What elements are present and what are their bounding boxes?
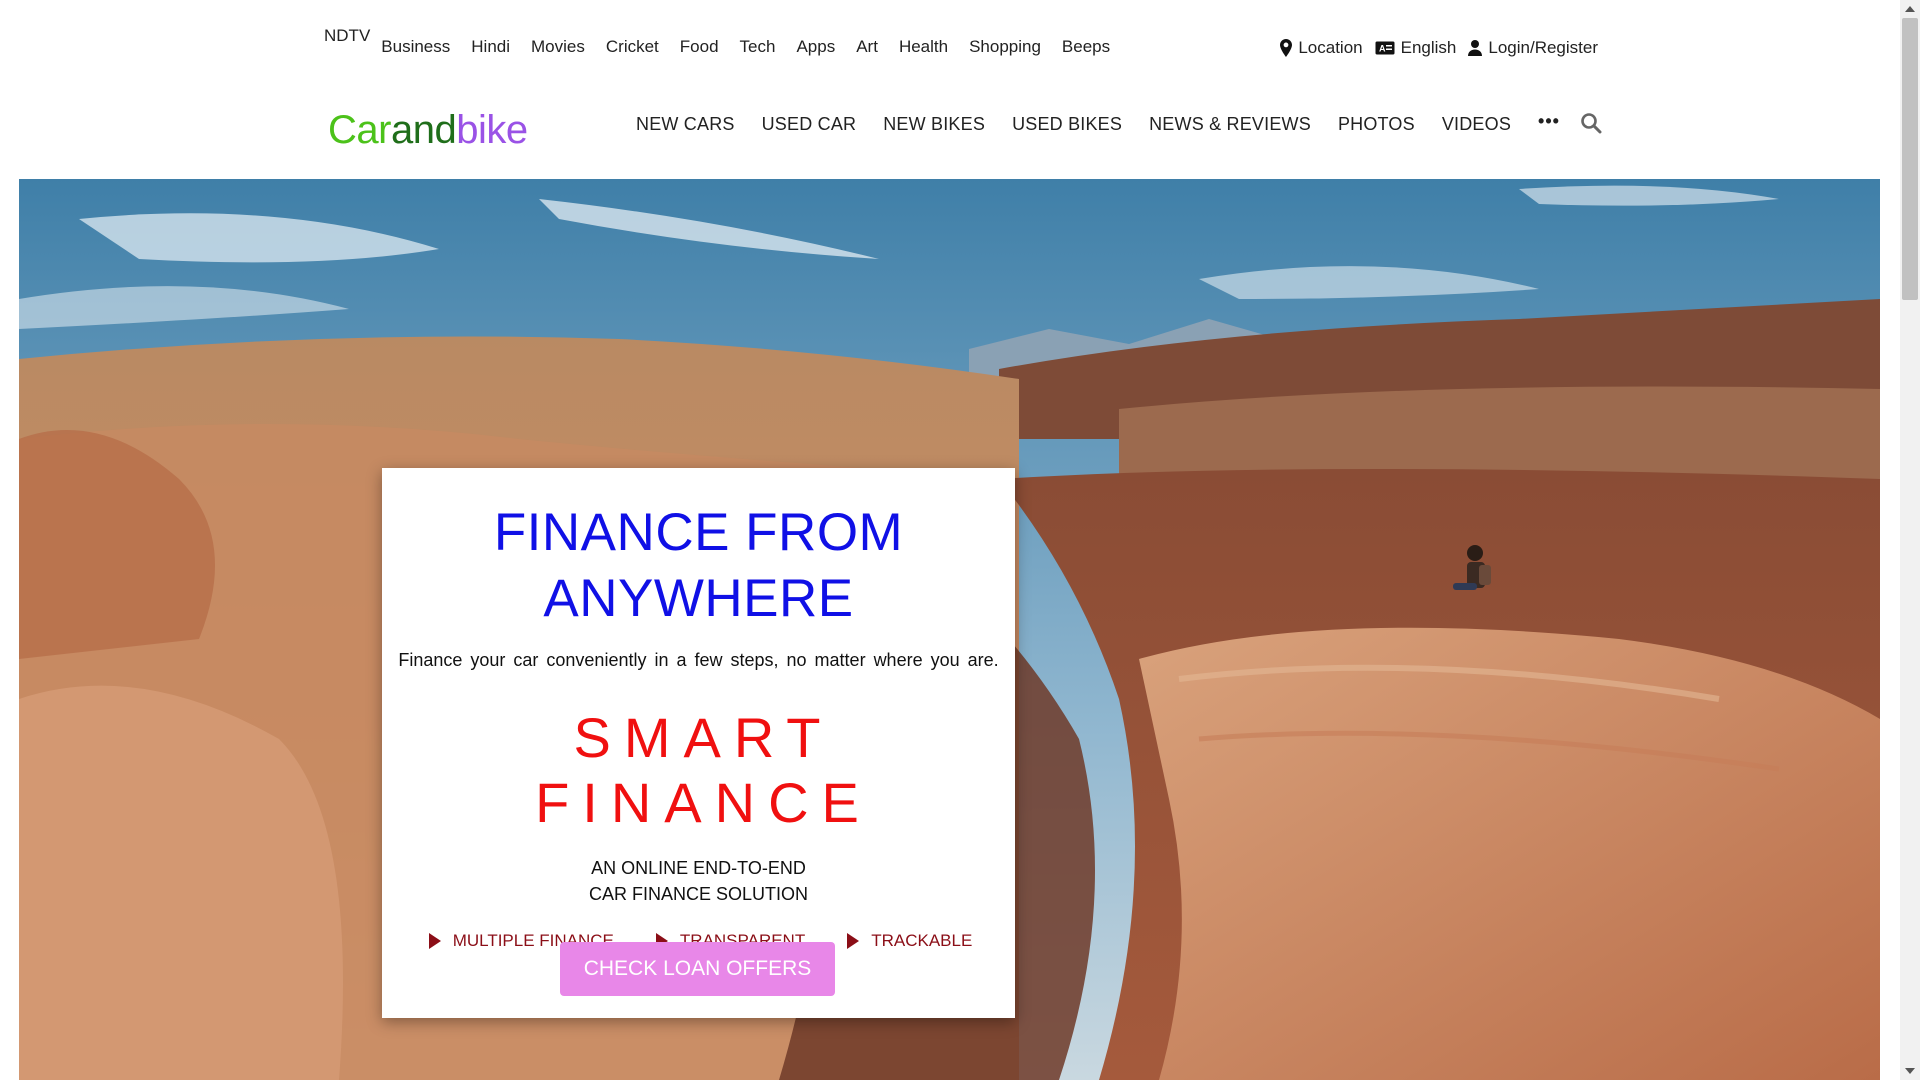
smart-finance-brand: SMART FINANCE [535, 706, 872, 834]
login-register-button[interactable]: Login/Register [1468, 38, 1598, 58]
location-button[interactable]: Location [1280, 38, 1363, 58]
topbar-link-cricket[interactable]: Cricket [606, 37, 659, 57]
nav-photos[interactable]: PHOTOS [1338, 114, 1415, 135]
topbar-link-movies[interactable]: Movies [531, 37, 585, 57]
topbar-link-hindi[interactable]: Hindi [471, 37, 510, 57]
solution-line-1: AN ONLINE END-TO-END [591, 858, 806, 878]
topbar-link-beeps[interactable]: Beeps [1062, 37, 1110, 57]
svg-text:A: A [1379, 44, 1386, 54]
topbar-link-health[interactable]: Health [899, 37, 948, 57]
search-button[interactable] [1580, 112, 1604, 136]
nav-news-reviews[interactable]: NEWS & REVIEWS [1149, 114, 1311, 135]
feature-label: TRACKABLE [871, 931, 973, 950]
topbar-link-apps[interactable]: Apps [796, 37, 835, 57]
headline-line-2: ANYWHERE [543, 569, 854, 628]
search-icon [1581, 113, 1602, 134]
carandbike-logo[interactable]: Carandbike [328, 108, 528, 153]
scroll-down-arrow-icon[interactable] [1905, 1068, 1915, 1074]
card-subtitle: Finance your car conveniently in a few s… [398, 650, 999, 670]
nav-videos[interactable]: VIDEOS [1442, 114, 1511, 135]
feature-trackable: TRACKABLE [847, 931, 972, 951]
page-scrollbar[interactable] [1900, 0, 1920, 1080]
check-loan-offers-button[interactable]: CHECK LOAN OFFERS [560, 942, 835, 996]
topbar-link-food[interactable]: Food [680, 37, 719, 57]
smart-finance-card: FINANCE FROM ANYWHERE Finance your car c… [382, 468, 1015, 1018]
topbar-link-tech[interactable]: Tech [740, 37, 776, 57]
nav-used-car[interactable]: USED CAR [762, 114, 857, 135]
ndtv-links: Business Hindi Movies Cricket Food Tech … [381, 37, 1131, 57]
play-triangle-icon [428, 933, 441, 949]
language-button[interactable]: A English [1375, 38, 1457, 58]
map-pin-icon [1280, 39, 1293, 57]
main-nav: NEW CARS USED CAR NEW BIKES USED BIKES N… [636, 111, 1560, 135]
nav-new-bikes[interactable]: NEW BIKES [883, 114, 985, 135]
hero-banner: FINANCE FROM ANYWHERE Finance your car c… [19, 179, 1880, 1080]
language-icon: A [1375, 41, 1395, 55]
location-label: Location [1298, 38, 1363, 57]
login-label: Login/Register [1488, 38, 1598, 57]
topbar-link-art[interactable]: Art [856, 37, 878, 57]
nav-new-cars[interactable]: NEW CARS [636, 114, 735, 135]
solution-text: AN ONLINE END-TO-END CAR FINANCE SOLUTIO… [382, 855, 1015, 907]
logo-part-car: Car [328, 108, 391, 152]
more-menu-button[interactable]: ••• [1538, 111, 1560, 132]
user-icon [1468, 40, 1483, 56]
headline-line-1: FINANCE FROM [493, 503, 904, 562]
play-triangle-icon [847, 933, 860, 949]
language-label: English [1400, 38, 1457, 57]
solution-line-2: CAR FINANCE SOLUTION [588, 884, 809, 904]
scrollbar-thumb[interactable] [1902, 18, 1918, 300]
ndtv-topbar: NDTV Business Hindi Movies Cricket Food … [324, 26, 1131, 57]
card-headline: FINANCE FROM ANYWHERE [382, 500, 1015, 632]
topbar-link-shopping[interactable]: Shopping [969, 37, 1041, 57]
logo-part-bike: bike [456, 108, 528, 152]
ndtv-brand[interactable]: NDTV [324, 26, 370, 46]
utility-bar: Location A English Login/Register [1280, 38, 1598, 58]
scroll-up-arrow-icon[interactable] [1905, 6, 1915, 12]
nav-used-bikes[interactable]: USED BIKES [1012, 114, 1122, 135]
topbar-link-business[interactable]: Business [381, 37, 450, 57]
logo-part-and: and [390, 108, 457, 152]
